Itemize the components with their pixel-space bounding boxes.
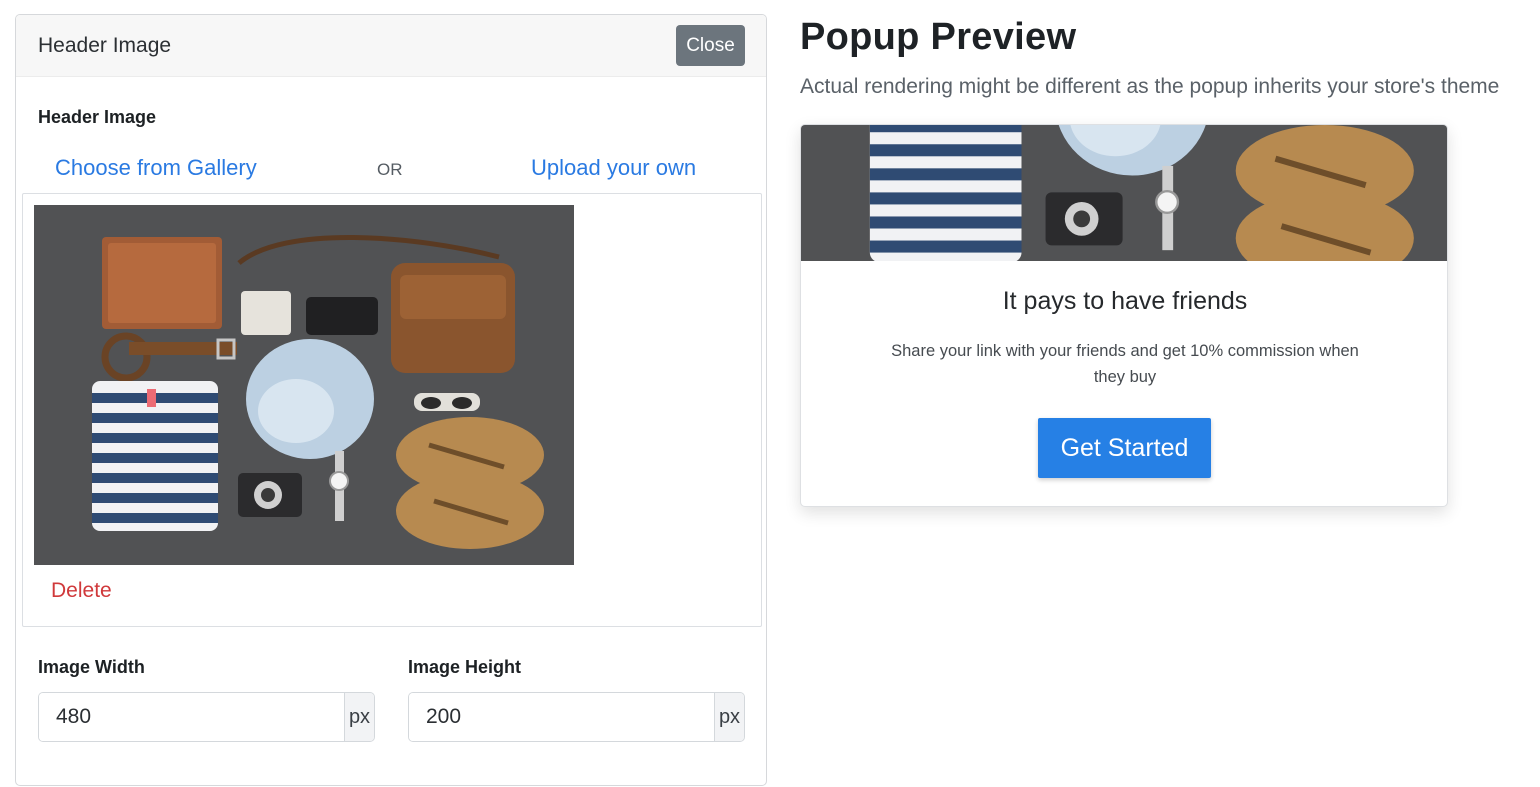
- preview-subtitle: Actual rendering might be different as t…: [800, 75, 1500, 98]
- popup-heading: It pays to have friends: [1002, 287, 1248, 315]
- delete-image-link[interactable]: Delete: [51, 579, 112, 603]
- preview-title: Popup Preview: [800, 16, 1077, 58]
- image-width-label: Image Width: [38, 657, 145, 677]
- get-started-button[interactable]: Get Started: [1038, 418, 1211, 478]
- header-image-thumbnail: [34, 205, 574, 565]
- popup-description: Share your link with your friends and ge…: [891, 342, 1359, 386]
- upload-your-own-link[interactable]: Upload your own: [531, 155, 696, 181]
- image-height-group: px: [408, 692, 745, 742]
- close-button[interactable]: Close: [676, 25, 745, 66]
- popup-preview-card: It pays to have friends Share your link …: [800, 124, 1448, 507]
- choose-from-gallery-link[interactable]: Choose from Gallery: [55, 155, 257, 181]
- header-image-editor: Header Image Close Header Image Choose f…: [15, 14, 767, 786]
- image-width-input[interactable]: [39, 693, 344, 741]
- image-preview-box: Delete: [22, 193, 762, 627]
- popup-header-image: [801, 125, 1448, 261]
- image-height-label: Image Height: [408, 657, 522, 677]
- editor-header: Header Image Close: [16, 15, 766, 77]
- image-width-group: px: [38, 692, 375, 742]
- width-unit-label: px: [344, 693, 374, 741]
- height-unit-label: px: [714, 693, 744, 741]
- editor-title: Header Image: [38, 33, 172, 57]
- banner-photo: [801, 125, 1448, 261]
- section-label: Header Image: [38, 107, 157, 127]
- image-source-options: Choose from Gallery OR Upload your own: [16, 153, 766, 189]
- flatlay-photo: [34, 205, 574, 565]
- image-height-input[interactable]: [409, 693, 714, 741]
- or-separator: OR: [377, 160, 403, 179]
